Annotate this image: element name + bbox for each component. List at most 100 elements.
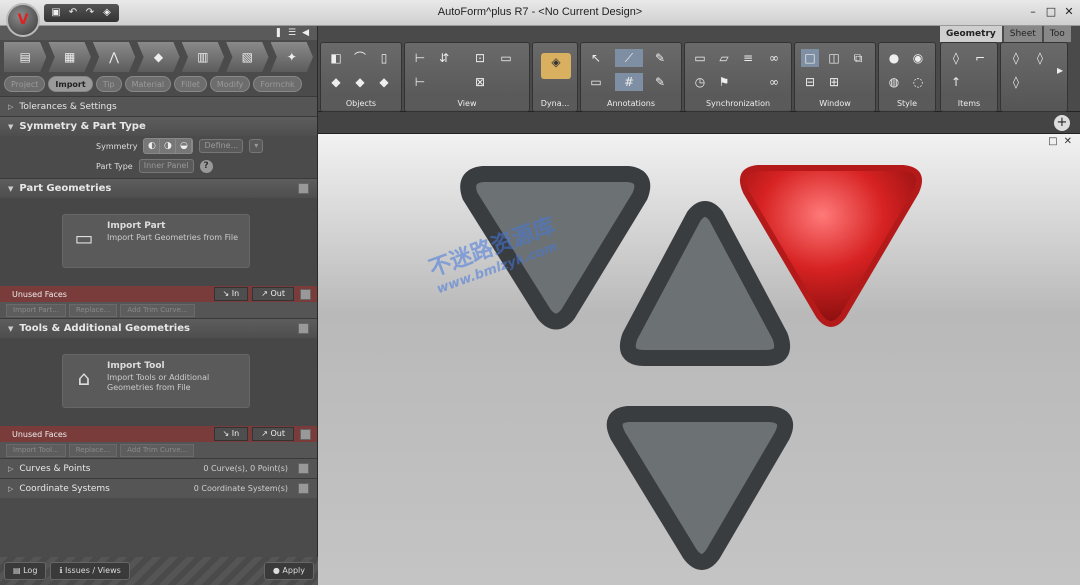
- quad-view-icon[interactable]: ⊞: [825, 73, 843, 91]
- item-icon[interactable]: ◊: [947, 49, 965, 67]
- workflow-step-1[interactable]: ▤: [4, 42, 47, 72]
- flag-icon[interactable]: ⚑: [715, 73, 733, 91]
- sheet3-icon[interactable]: ◊: [1007, 73, 1025, 91]
- axis-icon[interactable]: ⊢: [411, 49, 429, 67]
- plane-icon[interactable]: ◆: [327, 73, 345, 91]
- single-view-icon[interactable]: □: [801, 49, 819, 67]
- camera-icon[interactable]: ▭: [497, 49, 515, 67]
- item3-icon[interactable]: ↑: [947, 73, 965, 91]
- in-button[interactable]: ↘ In: [213, 287, 249, 301]
- link-icon[interactable]: ∞: [765, 49, 783, 67]
- book-icon[interactable]: ▯: [375, 49, 393, 67]
- part-geometries-section[interactable]: ▼ Part Geometries: [0, 178, 317, 198]
- 3d-viewport[interactable]: □ ✕ 不迷路资源库 www.bmlzyk.com: [318, 134, 1080, 585]
- issues-views-button[interactable]: ℹ Issues / Views: [50, 562, 130, 580]
- in-button[interactable]: ↘ In: [213, 427, 249, 441]
- textured-sphere-icon[interactable]: ◉: [909, 49, 927, 67]
- workflow-step-4[interactable]: ◆: [137, 42, 180, 72]
- help-icon[interactable]: ?: [199, 159, 213, 173]
- symmetry-quarter-icon[interactable]: ◒: [176, 139, 193, 153]
- list-icon[interactable]: ☰: [288, 28, 296, 38]
- tools-geometries-section[interactable]: ▼ Tools & Additional Geometries: [0, 318, 317, 338]
- sheet-icon[interactable]: ◊: [1007, 49, 1025, 67]
- item2-icon[interactable]: ⌐: [971, 49, 989, 67]
- add-trim-curve-button[interactable]: Add Trim Curve...: [120, 303, 195, 317]
- dynamic-icon[interactable]: ◈: [541, 53, 571, 79]
- pin-icon[interactable]: ❚: [274, 28, 282, 38]
- tab-tools[interactable]: Too: [1043, 26, 1071, 42]
- part-type-select[interactable]: Inner Panel: [138, 159, 194, 173]
- section-checkbox[interactable]: [298, 463, 309, 474]
- axis2-icon[interactable]: ⊢: [411, 73, 429, 91]
- scroll-right-icon[interactable]: ▸: [1051, 61, 1069, 79]
- clock-icon[interactable]: ◷: [691, 73, 709, 91]
- out-button[interactable]: ↗ Out: [252, 427, 294, 441]
- import-part-button[interactable]: Import Part...: [6, 303, 66, 317]
- workflow-step-7[interactable]: ✦: [270, 42, 313, 72]
- symmetry-section[interactable]: ▼ Symmetry & Part Type: [0, 116, 317, 136]
- close-icon[interactable]: ✕: [1062, 5, 1076, 19]
- value-icon[interactable]: #: [615, 73, 643, 91]
- measure-icon[interactable]: ⟋: [615, 49, 643, 67]
- import-tool-box[interactable]: ⌂ Import Tool Import Tools or Additional…: [62, 354, 250, 408]
- horizontal-split-icon[interactable]: ⊟: [801, 73, 819, 91]
- unused-checkbox[interactable]: [300, 428, 311, 440]
- add-view-icon[interactable]: +: [1054, 115, 1070, 131]
- import-part-box[interactable]: ▭ Import Part Import Part Geometries fro…: [62, 214, 250, 268]
- coordinate-systems-section[interactable]: ▷ Coordinate Systems 0 Coordinate System…: [0, 478, 317, 498]
- link2-icon[interactable]: ∞: [765, 73, 783, 91]
- rotate-icon[interactable]: ⇵: [435, 49, 453, 67]
- zoom-box-icon[interactable]: ⊡: [471, 49, 489, 67]
- replace-button[interactable]: Replace...: [68, 443, 118, 457]
- split-view-icon[interactable]: ◫: [825, 49, 843, 67]
- out-button[interactable]: ↗ Out: [252, 287, 294, 301]
- curves-points-section[interactable]: ▷ Curves & Points 0 Curve(s), 0 Point(s): [0, 458, 317, 478]
- section-checkbox[interactable]: [298, 183, 309, 194]
- define-dropdown[interactable]: Define...: [199, 139, 244, 153]
- subtab-project[interactable]: Project: [4, 76, 46, 92]
- app-logo-icon[interactable]: V: [6, 3, 40, 37]
- minimize-icon[interactable]: –: [1026, 5, 1040, 19]
- tab-sheet[interactable]: Sheet: [1003, 26, 1042, 42]
- wire-icon[interactable]: ◌: [909, 73, 927, 91]
- import-tool-button[interactable]: Import Tool...: [6, 443, 66, 457]
- replace-button[interactable]: Replace...: [68, 303, 118, 317]
- cascade-icon[interactable]: ⧉: [849, 49, 867, 67]
- log-button[interactable]: ▤ Log: [4, 562, 47, 580]
- mesh-sphere-icon[interactable]: ◍: [885, 73, 903, 91]
- subtab-fillet[interactable]: Fillet: [174, 76, 207, 92]
- subtab-formchk[interactable]: Formchk: [253, 76, 302, 92]
- camera-sync-icon[interactable]: ▭: [691, 49, 709, 67]
- workflow-step-3[interactable]: ⋀: [92, 42, 136, 72]
- subtab-import[interactable]: Import: [48, 76, 93, 92]
- workflow-step-6[interactable]: ▧: [226, 42, 269, 72]
- collapse-arrow-icon[interactable]: ◀: [302, 28, 309, 38]
- shaded-sphere-icon[interactable]: ●: [885, 49, 903, 67]
- object-icon[interactable]: ◧: [327, 49, 345, 67]
- symmetry-full-icon[interactable]: ◐: [144, 139, 161, 153]
- comment-icon[interactable]: ▱: [715, 49, 733, 67]
- workflow-step-5[interactable]: ▥: [181, 42, 225, 72]
- tab-geometry[interactable]: Geometry: [940, 26, 1002, 42]
- sheet2-icon[interactable]: ◊: [1031, 49, 1049, 67]
- symmetry-half-icon[interactable]: ◑: [160, 139, 177, 153]
- fit-icon[interactable]: ⊠: [471, 73, 489, 91]
- workflow-step-2[interactable]: ▦: [48, 42, 91, 72]
- subtab-material[interactable]: Material: [124, 76, 172, 92]
- add-trim-curve-button[interactable]: Add Trim Curve...: [120, 443, 195, 457]
- select-arrow-icon[interactable]: ↖: [587, 49, 605, 67]
- apply-button[interactable]: ● Apply: [263, 562, 314, 580]
- plane3-icon[interactable]: ◆: [375, 73, 393, 91]
- sliders-icon[interactable]: ≡: [739, 49, 757, 67]
- unused-checkbox[interactable]: [300, 288, 311, 300]
- section-checkbox[interactable]: [298, 323, 309, 334]
- subtab-tip[interactable]: Tip: [95, 76, 122, 92]
- tolerances-settings-section[interactable]: ▷ Tolerances & Settings: [0, 96, 317, 116]
- paint-icon[interactable]: ✎: [651, 73, 669, 91]
- subtab-modify[interactable]: Modify: [209, 76, 251, 92]
- define-dropdown-arrow[interactable]: ▾: [249, 139, 264, 153]
- surface-icon[interactable]: ⌒: [351, 49, 369, 67]
- light-icon[interactable]: ✎: [651, 49, 669, 67]
- section-checkbox[interactable]: [298, 483, 309, 494]
- plane2-icon[interactable]: ◆: [351, 73, 369, 91]
